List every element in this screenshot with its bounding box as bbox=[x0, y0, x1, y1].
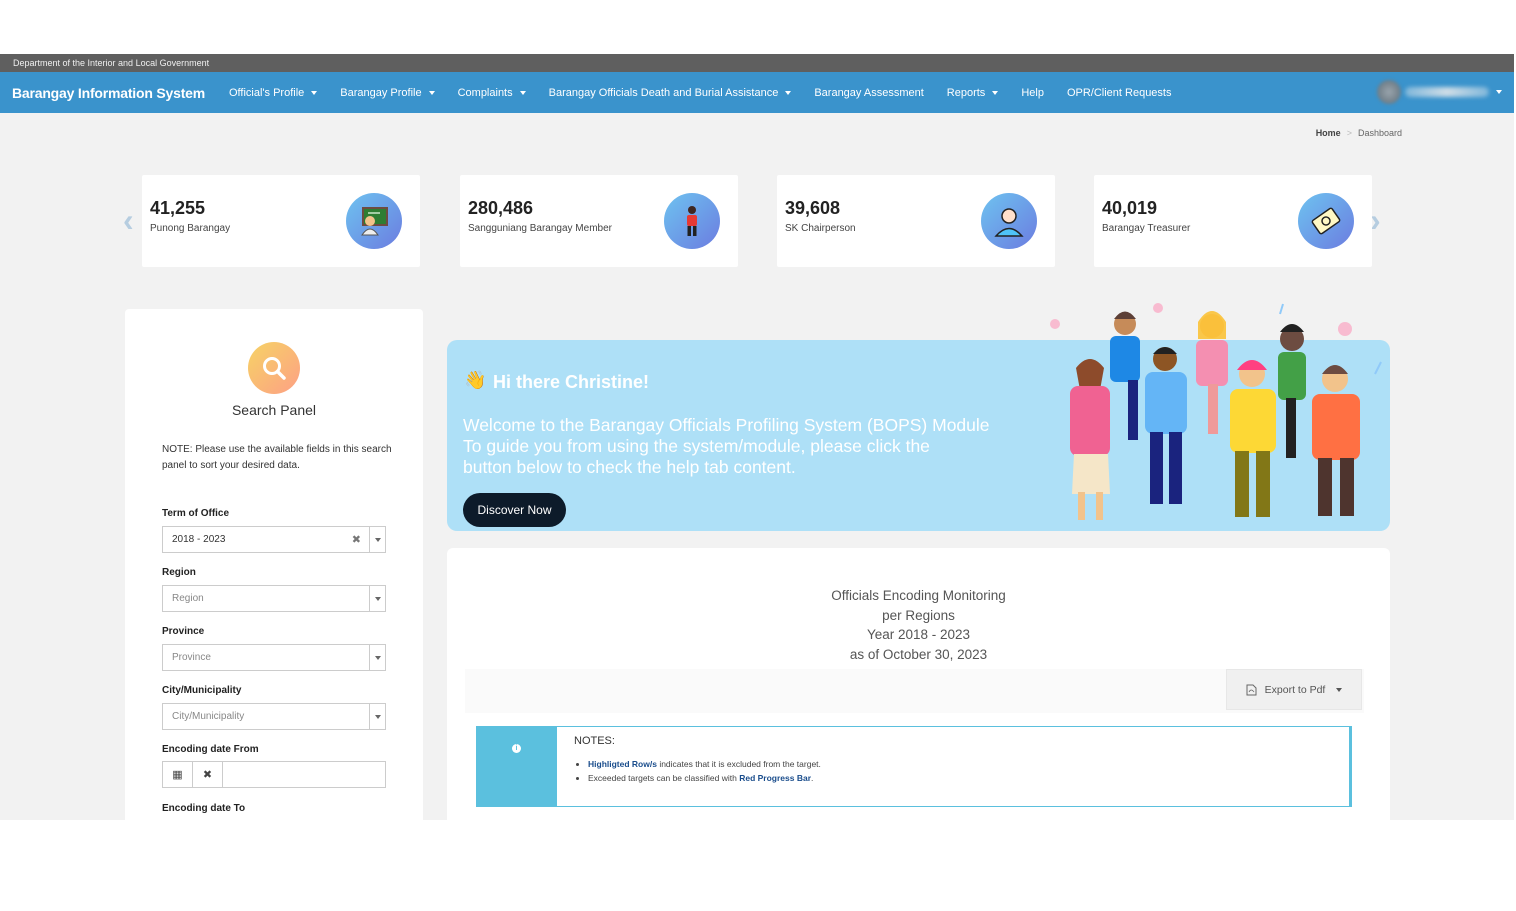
notes-list: Highligted Row/s indicates that it is ex… bbox=[588, 757, 821, 785]
province-select[interactable]: Province bbox=[162, 644, 386, 671]
city-municipality-select[interactable]: City/Municipality bbox=[162, 703, 386, 730]
stat-value: 280,486 bbox=[468, 198, 534, 218]
caret-down-icon bbox=[1496, 90, 1502, 94]
caret-down-icon bbox=[1336, 687, 1343, 692]
caret-down-icon bbox=[992, 90, 999, 95]
main-navbar: Barangay Information System Official's P… bbox=[0, 72, 1514, 113]
monitoring-title: Officials Encoding Monitoring per Region… bbox=[831, 588, 1006, 662]
stat-label: Sangguniang Barangay Member bbox=[468, 223, 612, 234]
nav-barangay-profile[interactable]: Barangay Profile bbox=[340, 87, 435, 99]
notes-heading: NOTES: bbox=[574, 735, 615, 747]
discover-now-button[interactable]: Discover Now bbox=[463, 493, 566, 527]
stat-label: Barangay Treasurer bbox=[1102, 223, 1191, 234]
person-standing-icon bbox=[664, 193, 720, 249]
search-panel-note: NOTE: Please use the available fields in… bbox=[162, 444, 392, 471]
encoding-date-from-label: Encoding date From bbox=[162, 744, 259, 755]
nav-help[interactable]: Help bbox=[1021, 87, 1044, 99]
region-placeholder: Region bbox=[172, 593, 204, 604]
caret-down-icon bbox=[785, 90, 792, 95]
export-toolbar: Export to Pdf bbox=[465, 669, 1364, 713]
encoding-date-to-label: Encoding date To bbox=[162, 803, 246, 814]
breadcrumb-current: Dashboard bbox=[1357, 128, 1402, 138]
blurred-username bbox=[1405, 87, 1489, 97]
calendar-icon[interactable]: ▦ bbox=[163, 762, 193, 787]
stat-card-sk-chairperson: 39,608 SK Chairperson bbox=[777, 175, 1055, 267]
notes-sidebar: i bbox=[477, 727, 557, 806]
breadcrumb-separator: > bbox=[1346, 128, 1352, 138]
encoding-date-from-field[interactable]: ▦ ✖ bbox=[162, 761, 386, 788]
teacher-icon bbox=[346, 193, 402, 249]
pdf-file-icon bbox=[1246, 684, 1257, 695]
encoding-monitoring-panel: Officials Encoding Monitoring per Region… bbox=[447, 548, 1390, 820]
list-item: Exceeded targets can be classified with … bbox=[588, 771, 821, 785]
stat-value: 39,608 bbox=[785, 198, 841, 218]
chevron-down-icon[interactable] bbox=[369, 586, 385, 611]
stat-value: 41,255 bbox=[150, 198, 206, 218]
nav-opr-client-requests[interactable]: OPR/Client Requests bbox=[1067, 87, 1172, 99]
stat-value: 40,019 bbox=[1102, 198, 1158, 218]
user-menu[interactable] bbox=[1377, 80, 1502, 104]
notes-callout: i NOTES: Highligted Row/s indicates that… bbox=[476, 726, 1352, 807]
search-panel-title: Search Panel bbox=[231, 402, 317, 418]
nav-complaints[interactable]: Complaints bbox=[458, 87, 526, 99]
province-label: Province bbox=[162, 626, 205, 637]
people-illustration bbox=[1050, 303, 1382, 520]
term-of-office-select[interactable]: 2018 - 2023 ✖ bbox=[162, 526, 386, 553]
stat-label: Punong Barangay bbox=[150, 223, 231, 234]
welcome-message: Welcome to the Barangay Officials Profil… bbox=[463, 415, 990, 477]
region-select[interactable]: Region bbox=[162, 585, 386, 612]
breadcrumb: Home > Dashboard bbox=[1316, 128, 1402, 138]
region-label: Region bbox=[162, 567, 196, 578]
info-icon: i bbox=[512, 744, 521, 753]
chevron-down-icon[interactable] bbox=[369, 527, 385, 552]
export-to-pdf-button[interactable]: Export to Pdf bbox=[1226, 669, 1362, 710]
waving-hand-icon: 👋 bbox=[464, 370, 487, 390]
nav-officials-profile[interactable]: Official's Profile bbox=[229, 87, 318, 99]
clear-icon[interactable]: ✖ bbox=[193, 762, 223, 787]
user-icon bbox=[981, 193, 1037, 249]
search-icon bbox=[248, 342, 300, 394]
nav-reports[interactable]: Reports bbox=[947, 87, 999, 99]
province-placeholder: Province bbox=[172, 652, 211, 663]
greeting: Hi there Christine! bbox=[493, 372, 650, 392]
chevron-down-icon[interactable] bbox=[369, 645, 385, 670]
list-item: Highligted Row/s indicates that it is ex… bbox=[588, 757, 821, 771]
clear-icon[interactable]: ✖ bbox=[352, 533, 361, 546]
caret-down-icon bbox=[311, 90, 318, 95]
caret-down-icon bbox=[519, 90, 526, 95]
avatar bbox=[1377, 80, 1401, 104]
search-panel: Search Panel NOTE: Please use the availa… bbox=[125, 309, 423, 820]
nav-death-burial-assistance[interactable]: Barangay Officials Death and Burial Assi… bbox=[549, 87, 792, 99]
browser-page: Department of the Interior and Local Gov… bbox=[0, 54, 1514, 820]
stat-card-sangguniang-barangay: 280,486 Sangguniang Barangay Member bbox=[460, 175, 738, 267]
chevron-down-icon[interactable] bbox=[369, 704, 385, 729]
stat-card-barangay-treasurer: 40,019 Barangay Treasurer bbox=[1094, 175, 1372, 267]
term-of-office-label: Term of Office bbox=[162, 508, 230, 519]
brand-title[interactable]: Barangay Information System bbox=[12, 85, 205, 101]
carousel-prev-icon[interactable]: ‹ bbox=[123, 204, 134, 236]
nav-barangay-assessment[interactable]: Barangay Assessment bbox=[814, 87, 923, 99]
caret-down-icon bbox=[428, 90, 435, 95]
city-municipality-placeholder: City/Municipality bbox=[172, 711, 245, 722]
city-municipality-label: City/Municipality bbox=[162, 685, 242, 696]
money-icon bbox=[1298, 193, 1354, 249]
stat-label: SK Chairperson bbox=[785, 223, 856, 234]
stat-card-punong-barangay: 41,255 Punong Barangay bbox=[142, 175, 420, 267]
agency-strip: Department of the Interior and Local Gov… bbox=[0, 54, 1514, 72]
breadcrumb-home[interactable]: Home bbox=[1316, 128, 1341, 138]
term-of-office-value: 2018 - 2023 bbox=[172, 534, 226, 545]
